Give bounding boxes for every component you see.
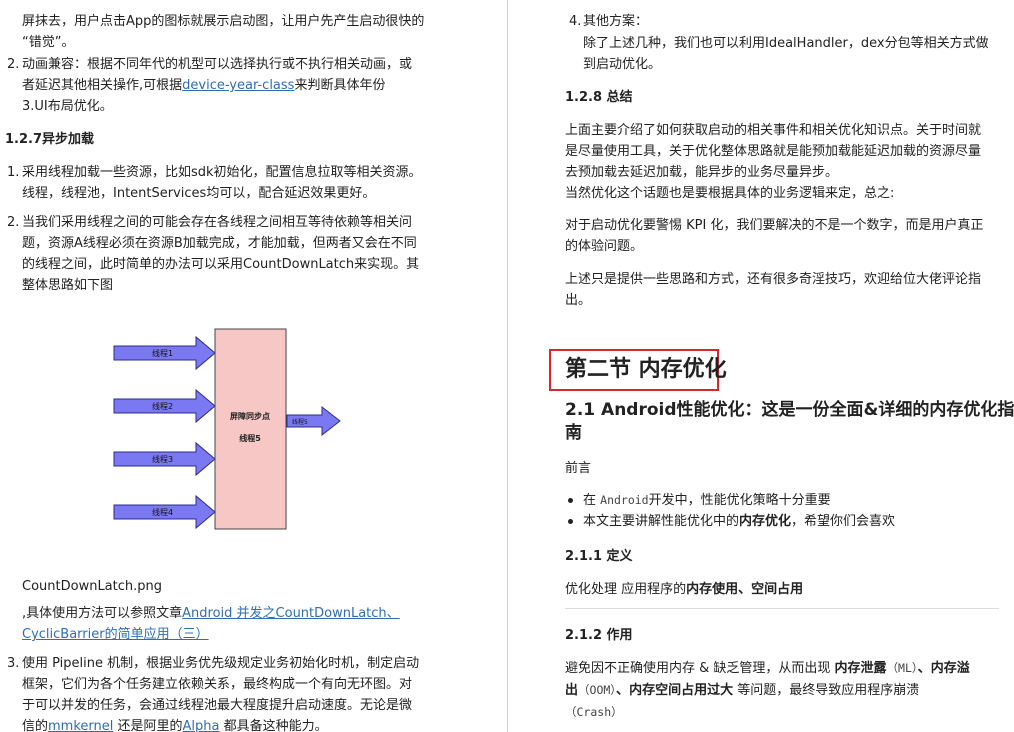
summary-text: 当然优化这个话题也是要根据具体的业务逻辑来定，总之: xyxy=(565,186,895,201)
alpha-link[interactable]: Alpha xyxy=(183,719,220,732)
heading-summary: 1.2.8 总结 xyxy=(565,90,633,105)
role-text: 避免因不正确使用内存 & 缺乏管理，从而出现 内存泄露（ML）、内存溢 xyxy=(565,658,970,679)
kpi-text: 的体验问题。 xyxy=(565,239,644,254)
list-item-text: 动画兼容：根据不同年代的机型可以选择执行或不执行相关动画，或 xyxy=(22,57,413,72)
text-span: 信的 xyxy=(22,719,49,732)
reference-line: CyclicBarrier的简单应用（三） xyxy=(22,624,209,645)
device-year-class-link[interactable]: device-year-class xyxy=(182,78,294,93)
list-item-text: 于可以并发的任务，会通过线程池最大程度提升启动速度。无论是微 xyxy=(22,698,413,713)
bullet-item: 本文主要讲解性能优化中的内存优化，希望你们会喜欢 xyxy=(583,511,895,532)
list-number: 1. xyxy=(7,165,20,180)
list-item-text: 到启动优化。 xyxy=(583,57,662,72)
bullet xyxy=(568,498,573,503)
reference-line: ,具体使用方法可以参照文章Android 并发之CountDownLatch、 xyxy=(22,603,400,624)
list-item-text: 整体思路如下图 xyxy=(22,278,114,293)
list-item-text: 的线程之间，此时简单的办法可以采用CountDownLatch来实现。其 xyxy=(22,257,420,272)
text-span: 来判断具体年份 xyxy=(294,78,386,93)
bold-text: 内存优化 xyxy=(739,514,792,529)
list-item-text: 信的mmkernel 还是阿里的Alpha 都具备这种能力。 xyxy=(22,716,328,732)
barrier-thread-label: 线程5 xyxy=(239,433,261,443)
kpi-text: 对于启动优化要警惕 KPI 化，我们要解决的不是一个数字，而是用户真正 xyxy=(565,218,984,233)
text-span: 都具备这种能力。 xyxy=(219,719,328,732)
barrier-block xyxy=(214,328,287,530)
list-item-text: 3.UI布局优化。 xyxy=(22,99,113,114)
thread-arrow-label: 线程1 xyxy=(152,348,173,358)
left-page: 屏抹去，用户点击App的图标就展示启动图，让用户先产生启动很快的 “错觉”。 2… xyxy=(0,0,506,732)
intro-line: 屏抹去，用户点击App的图标就展示启动图，让用户先产生启动很快的 xyxy=(22,14,425,29)
heading-role: 2.1.2 作用 xyxy=(565,628,633,643)
article-title: 南 xyxy=(565,423,582,443)
list-number: 2. xyxy=(7,57,20,72)
thread-arrow-label: 线程2 xyxy=(152,401,173,411)
summary-text: 上面主要介绍了如何获取启动的相关事件和相关优化知识点。关于时间就 xyxy=(565,123,982,138)
text-span: 等问题，最终导致应用程序崩溃 xyxy=(733,683,920,698)
text-span: 开发中，性能优化策略十分重要 xyxy=(648,493,831,508)
heading-definition: 2.1.1 定义 xyxy=(565,549,633,564)
role-text: 出（OOM）、内存空间占用过大 等问题，最终导致应用程序崩溃 xyxy=(565,680,919,701)
list-item-text: 采用线程加载一些资源，比如sdk初始化，配置信息拉取等相关资源。 xyxy=(22,165,422,180)
closing-text: 出。 xyxy=(565,293,592,308)
mmkernel-link[interactable]: mmkernel xyxy=(48,719,113,732)
role-text: （Crash） xyxy=(565,702,623,723)
inline-code: Android xyxy=(600,493,649,507)
barrier-label: 屏障同步点 xyxy=(230,411,270,421)
list-item-text: 线程，线程池，IntentServices均可以，配合延迟效果更好。 xyxy=(22,186,376,201)
diagram-caption: CountDownLatch.png xyxy=(22,579,163,594)
output-arrow-label: 线程5 xyxy=(292,418,308,426)
bold-text: 内存泄露 xyxy=(834,661,887,676)
article-title: 2.1 Android性能优化：这是一份全面&详细的内存优化指 xyxy=(565,400,1014,420)
text-span: ，希望你们会喜欢 xyxy=(791,514,896,529)
list-number: 3. xyxy=(7,656,20,671)
list-item-text: 题，资源A线程必须在资源B加载完成，才能加载，但两者又会在不同 xyxy=(22,236,417,251)
bold-text: 内存空间占用过大 xyxy=(629,683,734,698)
list-item-text: 框架，它们为各个任务建立依赖关系，最终构成一个有向无环图。对 xyxy=(22,677,413,692)
section-title: 第二节 内存优化 xyxy=(565,357,727,382)
thread-arrow-label: 线程4 xyxy=(152,507,173,517)
list-item-text: 者延迟其他相关操作,可根据device-year-class来判断具体年份 xyxy=(22,75,385,96)
countdownlatch-article-link[interactable]: Android 并发之CountDownLatch、 xyxy=(182,606,400,621)
list-number: 2. xyxy=(7,215,20,230)
thread-arrow-label: 线程3 xyxy=(152,454,173,464)
inline-code: （ML） xyxy=(886,661,918,675)
text-span: 优化处理 应用程序的 xyxy=(565,582,687,597)
bullet-item: 在 Android开发中，性能优化策略十分重要 xyxy=(583,490,831,511)
list-item-text: 除了上述几种，我们也可以利用IdealHandler，dex分包等相关方式做 xyxy=(583,36,989,51)
preface-label: 前言 xyxy=(565,461,592,476)
intro-line: “错觉”。 xyxy=(22,35,75,50)
bold-text: 出 xyxy=(565,683,579,698)
countdownlatch-diagram: 线程1 线程2 线程3 线程4 屏障同步点 线程5 线程5 xyxy=(113,328,341,530)
inline-code: （OOM） xyxy=(578,683,617,697)
definition-text: 优化处理 应用程序的内存使用、空间占用 xyxy=(565,579,803,600)
horizontal-rule xyxy=(565,608,999,609)
text-span: 在 xyxy=(583,493,601,508)
summary-text: 是尽量使用工具，关于优化整体思路就是能预加载能延迟加载的资源尽量 xyxy=(565,144,982,159)
text-span: 本文主要讲解性能优化中的 xyxy=(583,514,740,529)
list-item-text: 使用 Pipeline 机制，根据业务优先级规定业务初始化时机，制定启动 xyxy=(22,656,420,671)
heading-async-load: 1.2.7异步加载 xyxy=(5,132,95,147)
text-span: 还是阿里的 xyxy=(113,719,183,732)
list-number: 4. xyxy=(569,14,582,29)
list-item-title: 其他方案： xyxy=(583,14,649,29)
bold-text: 、 xyxy=(616,683,630,698)
bold-text: 内存溢 xyxy=(930,661,970,676)
text-span: 者延迟其他相关操作,可根据 xyxy=(22,78,183,93)
countdownlatch-article-link[interactable]: CyclicBarrier的简单应用（三） xyxy=(22,627,209,642)
inline-code: （Crash） xyxy=(565,705,623,719)
closing-text: 上述只是提供一些思路和方式，还有很多奇淫技巧，欢迎给位大佬评论指 xyxy=(565,272,982,287)
bullet xyxy=(568,519,573,524)
text-span: ,具体使用方法可以参照文章 xyxy=(22,606,183,621)
bold-text: 内存使用、空间占用 xyxy=(686,582,804,597)
text-span: 避免因不正确使用内存 & 缺乏管理，从而出现 xyxy=(565,661,835,676)
list-item-text: 当我们采用线程之间的可能会存在各线程之间相互等待依赖等相关问 xyxy=(22,215,413,230)
summary-text: 去预加载去延迟加载，能异步的业务尽量异步。 xyxy=(565,165,839,180)
page-divider xyxy=(507,0,508,732)
bold-text: 、 xyxy=(917,661,931,676)
